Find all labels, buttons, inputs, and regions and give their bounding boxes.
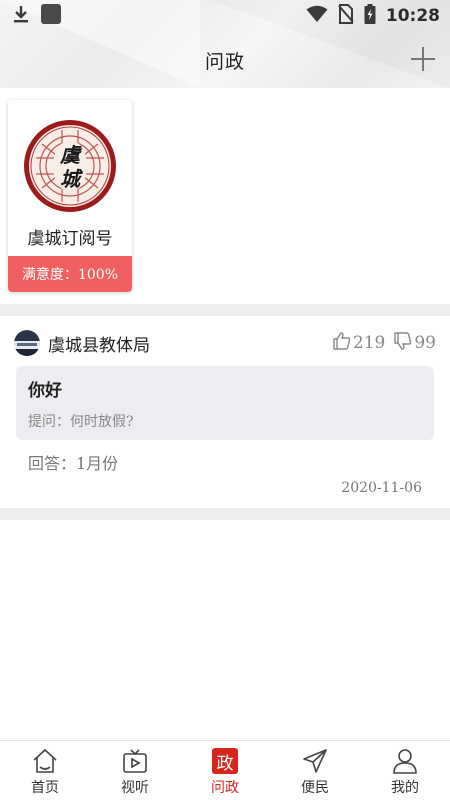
question-detail: 提问：何时放假? — [28, 414, 134, 430]
tab-home[interactable]: 首页 — [15, 747, 75, 797]
app-notification-icon — [40, 3, 62, 29]
zheng-glyph: 政 — [212, 748, 238, 774]
header-area: 10:28 问政 — [0, 0, 450, 88]
battery-charging-icon — [364, 4, 376, 28]
wifi-icon — [306, 5, 328, 27]
avatar — [14, 330, 40, 356]
question-date: 2020-11-06 — [341, 480, 422, 496]
subscription-card[interactable]: 虞 城 虞城订阅号 满意度：100% — [8, 100, 132, 292]
tv-icon — [121, 747, 149, 775]
answer-text: 回答：1月份 — [28, 454, 119, 473]
subscription-name: 虞城订阅号 — [27, 229, 113, 249]
status-bar: 10:28 — [0, 0, 450, 32]
tab-label: 便民 — [301, 780, 329, 796]
dislike-button[interactable]: 99 — [393, 331, 436, 356]
dislike-count: 99 — [414, 333, 436, 353]
question-header: 虞城县教体局 219 99 — [14, 328, 436, 358]
satisfaction-text: 满意度：100% — [21, 267, 119, 283]
like-button[interactable]: 219 — [332, 331, 385, 356]
title-bar: 问政 — [0, 36, 450, 84]
question-title: 你好 — [28, 381, 62, 401]
tab-label: 问政 — [211, 780, 239, 796]
tab-label: 我的 — [391, 780, 419, 796]
no-sim-icon — [338, 4, 354, 28]
vote-group: 219 99 — [332, 331, 436, 356]
section-divider — [0, 508, 450, 520]
user-icon — [391, 747, 419, 775]
org-name: 虞城县教体局 — [48, 335, 150, 356]
section-divider — [0, 304, 450, 316]
status-time: 10:28 — [385, 6, 440, 26]
tab-label: 视听 — [121, 780, 149, 796]
zheng-icon: 政 — [211, 747, 239, 775]
home-icon — [31, 747, 59, 775]
subscription-section: 虞 城 虞城订阅号 满意度：100% — [0, 88, 450, 304]
satisfaction-badge: 满意度：100% — [8, 256, 132, 292]
tab-label: 首页 — [31, 780, 59, 796]
tab-wenzheng[interactable]: 政 问政 — [195, 747, 255, 797]
tab-convenience[interactable]: 便民 — [285, 747, 345, 797]
svg-text:虞: 虞 — [59, 143, 83, 167]
question-box: 你好 提问：何时放假? — [16, 366, 434, 440]
like-count: 219 — [352, 333, 386, 353]
tab-mine[interactable]: 我的 — [375, 747, 435, 797]
question-item[interactable]: 虞城县教体局 219 99 你好 提问：何时放假? 回答：1月份 2020-11… — [0, 316, 450, 508]
seal-logo: 虞 城 — [24, 120, 116, 212]
thumbs-up-icon — [332, 331, 352, 356]
thumbs-down-icon — [393, 331, 413, 356]
send-icon — [301, 747, 329, 775]
svg-text:城: 城 — [60, 167, 83, 191]
bottom-tab-bar: 首页 视听 政 问政 便民 我的 — [0, 740, 450, 800]
page-title: 问政 — [204, 50, 245, 73]
download-icon — [12, 4, 30, 28]
tab-media[interactable]: 视听 — [105, 747, 165, 797]
plus-icon[interactable] — [410, 46, 436, 72]
